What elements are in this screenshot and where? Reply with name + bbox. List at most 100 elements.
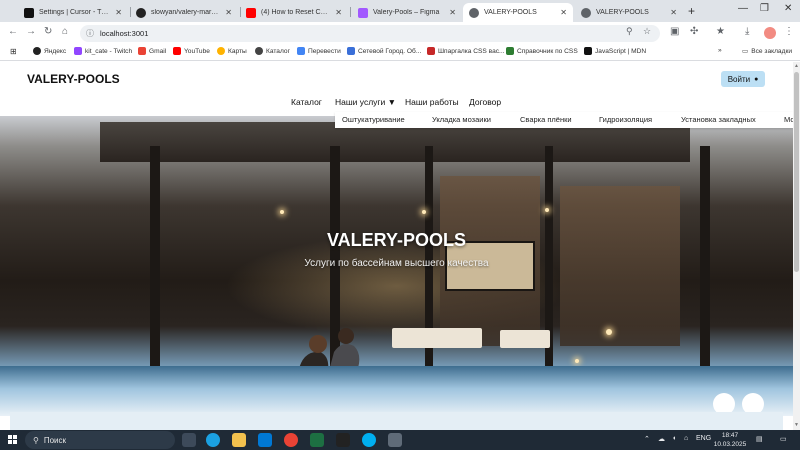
service-embedded-parts[interactable]: Установка закладных xyxy=(681,115,756,124)
close-tab-icon[interactable]: ✕ xyxy=(225,8,232,17)
site-logo[interactable]: VALERY-POOLS xyxy=(27,72,120,86)
youtube-favicon-icon xyxy=(246,7,256,18)
bookmark-label: Перевести xyxy=(308,47,341,55)
close-tab-icon[interactable]: ✕ xyxy=(670,8,677,17)
reload-icon[interactable]: ↻ xyxy=(44,26,52,37)
bookmark-network-city[interactable]: Сетевой Город. Об... xyxy=(347,47,421,55)
url-text[interactable]: localhost:3001 xyxy=(100,29,148,38)
bookmark-yandex[interactable]: Яндекс xyxy=(33,47,66,55)
home-icon[interactable]: ⌂ xyxy=(62,26,68,37)
zoom-search-icon[interactable]: ⚲ xyxy=(626,26,633,37)
download-icon[interactable]: ⤓ xyxy=(745,26,749,37)
nav-services[interactable]: Наши услуги ▼ xyxy=(335,97,396,107)
network-icon[interactable]: ⌂ xyxy=(684,435,688,442)
scroll-up-icon[interactable]: ▲ xyxy=(793,63,800,69)
volume-icon[interactable]: ◖ xyxy=(672,435,676,442)
tab-title: Settings | Cursor - The AI C xyxy=(39,9,111,16)
search-placeholder: Поиск xyxy=(43,435,67,445)
mdn-icon xyxy=(584,47,592,55)
windows-start-icon[interactable] xyxy=(8,435,18,445)
browser-menu-icon[interactable]: ⋮ xyxy=(784,26,794,37)
notification-center-icon[interactable]: ▭ xyxy=(780,435,787,443)
bookmark-label: Карты xyxy=(228,47,247,55)
extension-icon[interactable]: ▣ xyxy=(670,26,679,37)
bookmark-css-reference[interactable]: Справочник по CSS xyxy=(506,47,578,55)
scrollbar-thumb[interactable] xyxy=(794,72,799,272)
system-clock[interactable]: 18:47 10.03.2025 xyxy=(712,431,748,449)
service-plastering[interactable]: Оштукатуривание xyxy=(342,115,405,124)
file-explorer-icon[interactable] xyxy=(232,433,246,447)
back-arrow-icon[interactable]: ← xyxy=(8,26,18,37)
bed xyxy=(500,330,550,348)
tab-title: VALERY-POOLS xyxy=(484,9,537,16)
tab-cursor-settings[interactable]: Settings | Cursor - The AI C ✕ xyxy=(18,3,128,22)
forward-arrow-icon[interactable]: → xyxy=(26,26,36,37)
hero-subtitle: Услуги по бассейнам высшего качества xyxy=(304,258,489,269)
skype-icon[interactable] xyxy=(362,433,376,447)
bookmark-youtube[interactable]: YouTube xyxy=(173,47,210,55)
service-waterproofing[interactable]: Гидроизоляция xyxy=(599,115,652,124)
tab-figma[interactable]: Valery-Pools – Figma ✕ xyxy=(352,3,462,22)
excel-icon[interactable] xyxy=(310,433,324,447)
cursor-app-icon[interactable] xyxy=(336,433,350,447)
bookmark-translate[interactable]: Перевести xyxy=(297,47,341,55)
restore-window-icon[interactable]: ❐ xyxy=(760,3,769,14)
bookmark-catalog[interactable]: Каталог xyxy=(255,47,290,55)
profile-avatar-icon[interactable] xyxy=(764,27,776,39)
cursor-favicon-icon xyxy=(24,7,34,18)
close-tab-icon[interactable]: ✕ xyxy=(560,8,567,17)
all-bookmarks[interactable]: ▭ Все закладки xyxy=(742,47,793,56)
bookmark-twitch[interactable]: kit_cate - Twitch xyxy=(74,47,132,55)
bookmark-maps[interactable]: Карты xyxy=(217,47,247,55)
tray-chevron-icon[interactable]: ⌃ xyxy=(644,435,650,443)
apps-grid-icon[interactable]: ⊞ xyxy=(10,47,17,56)
close-tab-icon[interactable]: ✕ xyxy=(449,8,456,17)
globe-icon xyxy=(255,47,263,55)
service-more[interactable]: Мо xyxy=(784,115,793,124)
language-indicator[interactable]: ENG xyxy=(696,435,711,442)
onedrive-icon[interactable]: ☁ xyxy=(658,435,665,443)
outlook-icon[interactable] xyxy=(258,433,272,447)
login-button[interactable]: Войти ● xyxy=(721,71,765,87)
task-view-icon[interactable] xyxy=(182,433,196,447)
reading-list-icon[interactable]: ★ xyxy=(716,26,725,37)
nav-our-works[interactable]: Наши работы xyxy=(405,97,459,107)
service-mosaic[interactable]: Укладка мозаики xyxy=(432,115,491,124)
bookmark-star-icon[interactable]: ☆ xyxy=(643,26,651,37)
tab-github[interactable]: slowyan/valery-market: The ✕ xyxy=(130,3,238,22)
tab-youtube[interactable]: (4) How to Reset Cursor AI ✕ xyxy=(240,3,348,22)
all-bookmarks-label: Все закладки xyxy=(751,47,793,55)
bookmark-css-cheatsheet[interactable]: Шпаргалка CSS вас... xyxy=(427,47,505,55)
user-icon: ● xyxy=(754,75,759,83)
bookmark-gmail[interactable]: Gmail xyxy=(138,47,166,55)
address-bar[interactable]: ⓘ localhost:3001 ⚲ ☆ xyxy=(80,25,660,42)
close-window-icon[interactable]: ✕ xyxy=(784,3,792,14)
close-tab-icon[interactable]: ✕ xyxy=(335,8,342,17)
tab-valery-pools-active[interactable]: VALERY-POOLS ✕ xyxy=(463,3,573,22)
settings-gear-icon[interactable] xyxy=(388,433,402,447)
taskbar-search[interactable]: ⚲ Поиск xyxy=(25,431,175,449)
site-info-icon[interactable]: ⓘ xyxy=(86,28,94,39)
new-tab-plus-icon[interactable]: + xyxy=(688,4,695,18)
service-film-welding[interactable]: Сварка плёнки xyxy=(520,115,572,124)
bookmark-label: Справочник по CSS xyxy=(517,47,578,55)
page-scrollbar[interactable]: ▲ ▼ xyxy=(793,62,800,430)
extensions-puzzle-icon[interactable]: ✣ xyxy=(690,26,698,37)
network-city-icon xyxy=(347,47,355,55)
tab-valery-pools[interactable]: VALERY-POOLS ✕ xyxy=(575,3,683,22)
bookmark-label: JavaScript | MDN xyxy=(595,47,647,55)
close-tab-icon[interactable]: ✕ xyxy=(115,8,122,17)
edge-browser-icon[interactable] xyxy=(206,433,220,447)
nav-catalog[interactable]: Каталог xyxy=(291,97,322,107)
minimize-icon[interactable]: — xyxy=(738,3,748,14)
chrome-icon[interactable] xyxy=(284,433,298,447)
scroll-down-icon[interactable]: ▼ xyxy=(793,422,800,428)
hero-title: VALERY-POOLS xyxy=(326,230,467,250)
clock-date: 10.03.2025 xyxy=(713,441,747,448)
bookmark-label: Яндекс xyxy=(44,47,67,55)
more-bookmarks-icon[interactable]: » xyxy=(718,47,722,54)
bookmark-mdn[interactable]: JavaScript | MDN xyxy=(584,47,646,55)
floor-lamp xyxy=(606,329,612,335)
nav-contract[interactable]: Договор xyxy=(469,97,501,107)
notification-icon[interactable]: ▤ xyxy=(756,435,763,443)
